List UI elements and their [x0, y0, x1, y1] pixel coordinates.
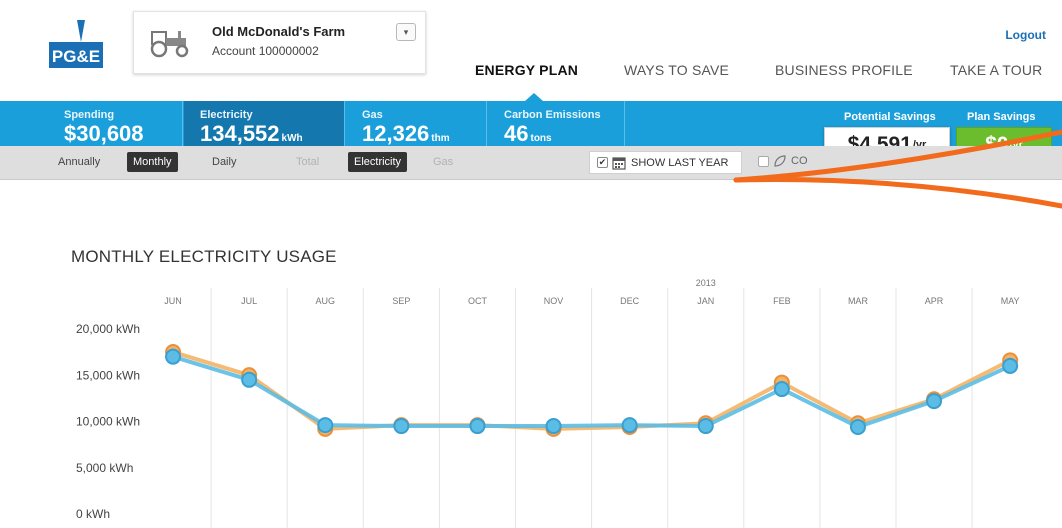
plan-savings-label: Plan Savings [967, 111, 1036, 123]
this-year-point [621, 417, 638, 434]
tab-ways-to-save[interactable]: WAYS TO SAVE [624, 62, 729, 78]
this-year-point [1002, 357, 1019, 374]
tractor-icon [150, 31, 189, 58]
chart-title: MONTHLY ELECTRICITY USAGE [71, 247, 337, 266]
year-marker: 2013 [696, 278, 716, 288]
stat-electricity-label: Electricity [200, 109, 253, 121]
stat-gas[interactable]: Gas 12,326 thm [346, 101, 487, 146]
stat-gas-value-wrap: 12,326 thm [362, 121, 450, 147]
leaf-icon [774, 155, 786, 167]
x-tick-label: MAR [848, 296, 869, 306]
y-tick-label: 20,000 kWh [76, 322, 140, 336]
show-last-year-toggle[interactable]: ✔ SHOW LAST YEAR [589, 151, 742, 174]
this-year-point [393, 418, 410, 435]
usage-chart: JUN JUL AUG SEP OCT NOV DEC JAN FEB MAR APR MAY 2013… [76, 278, 1020, 528]
this-year-point [469, 418, 486, 435]
stat-electricity[interactable]: Electricity 134,552 kWh [184, 101, 345, 146]
stat-carbon-value-wrap: 46 tons [504, 121, 552, 147]
show-last-year-checkbox[interactable]: ✔ [597, 157, 608, 168]
filter-total[interactable]: Total [296, 156, 319, 168]
x-tick-label: SEP [392, 296, 410, 306]
filter-daily[interactable]: Daily [212, 156, 236, 168]
stat-spending-value: $30,608 [64, 121, 144, 146]
this-year-point [849, 418, 866, 435]
calendar-icon [612, 156, 626, 170]
tab-business-profile[interactable]: BUSINESS PROFILE [775, 62, 913, 78]
x-tick-label: MAY [1001, 296, 1020, 306]
x-tick-label: DEC [620, 296, 640, 306]
stat-carbon-unit: tons [530, 133, 552, 144]
account-dropdown-button[interactable]: ▾ [396, 23, 416, 41]
compare-checkbox[interactable] [758, 155, 769, 167]
y-tick-label: 10,000 kWh [76, 415, 140, 429]
this-year-point [241, 371, 258, 388]
x-tick-label: AUG [315, 296, 335, 306]
filter-bar: Annually Monthly Daily Total Electricity… [0, 146, 1062, 180]
filter-electricity[interactable]: Electricity [348, 152, 408, 172]
stat-gas-value: 12,326 [362, 121, 430, 146]
compare-toggle[interactable]: CO [758, 155, 808, 167]
logout-link[interactable]: Logout [1005, 28, 1046, 42]
filter-monthly[interactable]: Monthly [127, 152, 178, 172]
stat-gas-unit: thm [431, 133, 450, 144]
potential-savings-label: Potential Savings [844, 111, 936, 123]
compare-label: CO [791, 155, 808, 167]
stat-carbon-label: Carbon Emissions [504, 109, 601, 121]
this-year-point [697, 418, 714, 435]
filter-gas[interactable]: Gas [433, 156, 453, 168]
chevron-down-icon: ▾ [403, 26, 409, 37]
y-tick-label: 5,000 kWh [76, 461, 133, 475]
x-tick-label: JAN [697, 296, 714, 306]
pge-logo[interactable]: PG&E [47, 20, 105, 70]
this-year-point [926, 393, 943, 410]
stat-gas-label: Gas [362, 109, 383, 121]
x-tick-label: JUL [241, 296, 257, 306]
logo-text: PG&E [52, 47, 100, 66]
x-tick-label: FEB [773, 296, 791, 306]
x-tick-label: JUN [164, 296, 182, 306]
this-year-point [773, 381, 790, 398]
account-number: Account 100000002 [212, 44, 319, 58]
x-tick-label: NOV [544, 296, 564, 306]
stat-carbon-value: 46 [504, 121, 529, 146]
filter-annually[interactable]: Annually [58, 156, 100, 168]
y-tick-label: 15,000 kWh [76, 368, 140, 382]
stat-electricity-value-wrap: 134,552 kWh [200, 121, 303, 147]
tab-energy-plan[interactable]: ENERGY PLAN [475, 62, 578, 78]
stat-spending[interactable]: Spending $30,608 [48, 101, 183, 146]
stat-electricity-unit: kWh [281, 133, 303, 144]
this-year-point [165, 348, 182, 365]
active-tab-caret [525, 93, 543, 101]
stat-spending-label: Spending [64, 109, 115, 121]
show-last-year-label: SHOW LAST YEAR [631, 156, 729, 169]
stat-carbon[interactable]: Carbon Emissions 46 tons [488, 101, 625, 146]
account-selector[interactable]: Old McDonald's Farm Account 100000002 ▾ [133, 11, 426, 74]
tab-take-a-tour[interactable]: TAKE A TOUR [950, 62, 1042, 78]
account-name: Old McDonald's Farm [212, 24, 346, 39]
y-tick-label: 0 kWh [76, 507, 110, 521]
x-tick-label: OCT [468, 296, 488, 306]
stat-electricity-value: 134,552 [200, 121, 280, 146]
this-year-point [317, 417, 334, 434]
this-year-point [545, 418, 562, 435]
x-tick-label: APR [925, 296, 944, 306]
